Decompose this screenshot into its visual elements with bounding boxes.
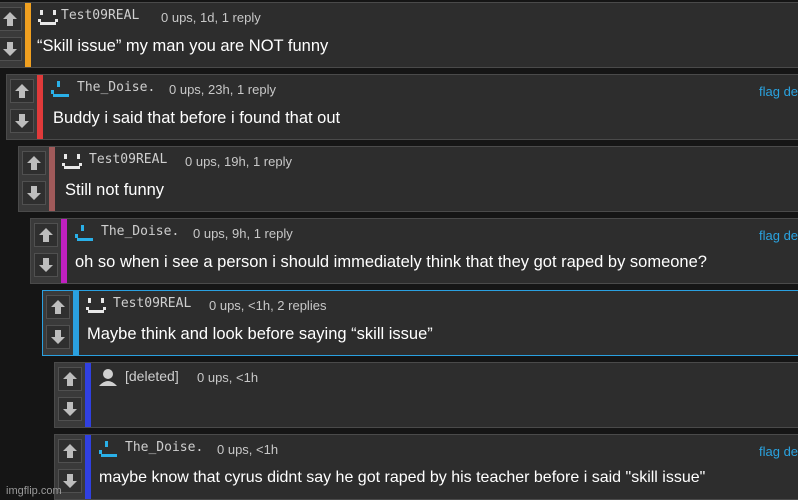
vote-panel — [55, 363, 86, 427]
arrow-down-icon — [3, 42, 17, 56]
upvote-button[interactable] — [58, 367, 82, 391]
downvote-button[interactable] — [58, 397, 82, 421]
upvote-button[interactable] — [34, 223, 58, 247]
thread-color-bar — [85, 435, 91, 499]
downvote-button[interactable] — [0, 37, 22, 61]
upvote-button[interactable] — [22, 151, 46, 175]
arrow-down-icon — [27, 186, 41, 200]
comment-meta: 0 ups, 9h, 1 reply — [193, 226, 293, 241]
downvote-button[interactable] — [46, 325, 70, 349]
person-icon — [99, 369, 117, 386]
thread-color-bar — [37, 75, 43, 139]
username-link[interactable]: The_Doise. — [125, 440, 203, 455]
arrow-up-icon — [15, 84, 29, 98]
comment-meta: 0 ups, <1h, 2 replies — [209, 298, 327, 313]
arrow-down-icon — [63, 402, 77, 416]
upvote-button[interactable] — [0, 7, 22, 31]
arrow-up-icon — [63, 372, 77, 386]
upvote-button[interactable] — [58, 439, 82, 463]
arrow-up-icon — [27, 156, 41, 170]
thread-color-bar — [73, 291, 79, 355]
comment-meta: 0 ups, 19h, 1 reply — [185, 154, 292, 169]
comment-text: oh so when i see a person i should immed… — [75, 253, 707, 271]
downvote-button[interactable] — [22, 181, 46, 205]
comment: The_Doise. 0 ups, <1h flag de maybe know… — [54, 434, 798, 500]
comment: The_Doise. 0 ups, 23h, 1 reply flag de B… — [6, 74, 798, 140]
comment: Test09REAL 0 ups, 19h, 1 reply Still not… — [18, 146, 798, 212]
comment-meta: 0 ups, 1d, 1 reply — [161, 10, 261, 25]
vote-panel — [0, 3, 26, 67]
upvote-button[interactable] — [46, 295, 70, 319]
downvote-button[interactable] — [10, 109, 34, 133]
avatar-icon — [51, 81, 69, 97]
comment-meta: 0 ups, 23h, 1 reply — [169, 82, 276, 97]
thread-color-bar — [85, 363, 91, 427]
arrow-up-icon — [39, 228, 53, 242]
vote-panel — [43, 291, 74, 355]
comment-meta: 0 ups, <1h — [217, 442, 279, 457]
arrow-down-icon — [39, 258, 53, 272]
vote-panel — [7, 75, 38, 139]
downvote-button[interactable] — [34, 253, 58, 277]
vote-panel — [31, 219, 62, 283]
avatar-icon — [62, 154, 82, 169]
arrow-up-icon — [51, 300, 65, 314]
arrow-down-icon — [51, 330, 65, 344]
username-link[interactable]: Test09REAL — [89, 152, 167, 167]
comment-text: Still not funny — [65, 181, 165, 199]
arrow-up-icon — [63, 444, 77, 458]
upvote-button[interactable] — [10, 79, 34, 103]
comment-text: maybe know that cyrus didnt say he got r… — [99, 469, 706, 486]
avatar-icon — [86, 298, 106, 313]
thread-color-bar — [61, 219, 67, 283]
username-link[interactable]: Test09REAL — [113, 296, 191, 311]
avatar-icon — [75, 225, 93, 241]
comment-text: Buddy i said that before i found that ou… — [53, 109, 341, 127]
avatar-icon — [99, 441, 117, 457]
comment: The_Doise. 0 ups, 9h, 1 reply flag de oh… — [30, 218, 798, 284]
username-link[interactable]: The_Doise. — [77, 80, 155, 95]
username-label: [deleted] — [125, 368, 179, 384]
username-link[interactable]: The_Doise. — [101, 224, 179, 239]
comment: [deleted] 0 ups, <1h — [54, 362, 798, 428]
flag-link[interactable]: flag de — [759, 84, 798, 99]
comment-text: “Skill issue” my man you are NOT funny — [37, 37, 329, 55]
thread-color-bar — [49, 147, 55, 211]
comment-meta: 0 ups, <1h — [197, 370, 259, 385]
thread-color-bar — [25, 3, 31, 67]
comment-text: Maybe think and look before saying “skil… — [87, 325, 433, 343]
arrow-down-icon — [15, 114, 29, 128]
arrow-down-icon — [63, 474, 77, 488]
watermark: imgflip.com — [6, 485, 62, 497]
username-link[interactable]: Test09REAL — [61, 8, 139, 23]
avatar-icon — [38, 10, 58, 25]
comment: Test09REAL 0 ups, 1d, 1 reply “Skill iss… — [0, 2, 798, 68]
arrow-up-icon — [3, 12, 17, 26]
comment: Test09REAL 0 ups, <1h, 2 replies Maybe t… — [42, 290, 798, 356]
flag-link[interactable]: flag de — [759, 444, 798, 459]
vote-panel — [19, 147, 50, 211]
flag-link[interactable]: flag de — [759, 228, 798, 243]
